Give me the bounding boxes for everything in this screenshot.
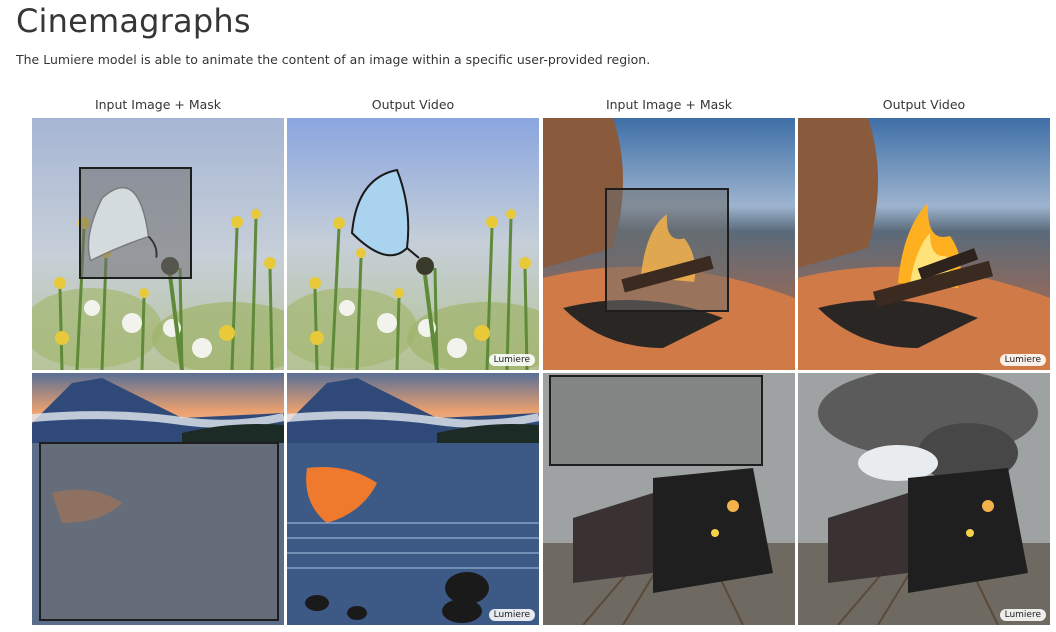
train-output-video[interactable]: Lumiere bbox=[798, 373, 1050, 625]
train-input-image bbox=[543, 373, 795, 625]
lake-output-video[interactable]: Lumiere bbox=[287, 373, 539, 625]
lake-video-icon bbox=[287, 373, 539, 625]
column-label-output-1: Output Video bbox=[371, 97, 455, 112]
campfire-input-image bbox=[543, 118, 795, 370]
lumiere-badge: Lumiere bbox=[488, 354, 535, 366]
column-label-input-1: Input Image + Mask bbox=[94, 97, 222, 112]
lumiere-badge: Lumiere bbox=[999, 609, 1046, 621]
butterfly-video-icon bbox=[287, 118, 539, 370]
column-label-input-2: Input Image + Mask bbox=[605, 97, 733, 112]
lake-mask-box bbox=[39, 442, 279, 621]
column-label-output-2: Output Video bbox=[882, 97, 966, 112]
campfire-video-icon bbox=[798, 118, 1050, 370]
page-title: Cinemagraphs bbox=[16, 2, 251, 40]
butterfly-mask-box bbox=[79, 167, 192, 279]
butterfly-input-image bbox=[32, 118, 284, 370]
campfire-output-video[interactable]: Lumiere bbox=[798, 118, 1050, 370]
train-video-icon bbox=[798, 373, 1050, 625]
train-mask-box bbox=[549, 375, 763, 466]
page-description: The Lumiere model is able to animate the… bbox=[16, 52, 651, 67]
butterfly-output-video[interactable]: Lumiere bbox=[287, 118, 539, 370]
lumiere-badge: Lumiere bbox=[488, 609, 535, 621]
campfire-mask-box bbox=[605, 188, 729, 312]
lumiere-badge: Lumiere bbox=[999, 354, 1046, 366]
lake-input-image bbox=[32, 373, 284, 625]
